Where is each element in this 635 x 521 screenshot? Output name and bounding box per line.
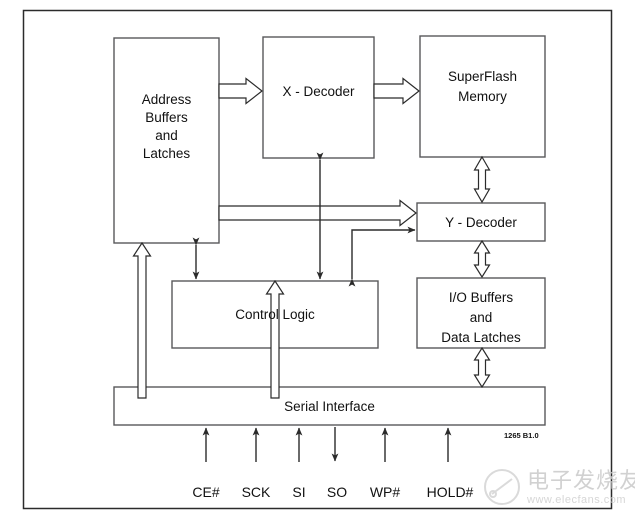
watermark: 电子发烧友 www.elecfans.com xyxy=(484,469,635,506)
diagram-canvas: Address Buffers and Latches X - Decoder … xyxy=(22,9,635,510)
label-address-buffers-line3: and xyxy=(155,128,178,143)
bus-x-decoder-to-memory xyxy=(373,77,420,105)
label-control-logic: Control Logic xyxy=(235,307,315,322)
label-x-decoder: X - Decoder xyxy=(282,84,355,99)
pin-label-so: SO xyxy=(327,484,347,500)
bus-address-to-y-decoder xyxy=(218,199,417,227)
pin-label-hold: HOLD# xyxy=(427,484,474,500)
bus-io-buffers-to-serial-interface xyxy=(473,346,491,389)
bus-memory-to-y-decoder xyxy=(473,155,491,204)
pin-label-sck: SCK xyxy=(242,484,271,500)
label-io-buffers-line3: Data Latches xyxy=(441,330,521,345)
bus-y-decoder-to-io-buffers xyxy=(473,239,491,279)
label-io-buffers-line2: and xyxy=(470,310,493,325)
label-serial-interface: Serial Interface xyxy=(284,399,375,414)
label-superflash-line2: Memory xyxy=(458,89,507,104)
bus-serial-interface-to-address-buffers xyxy=(132,241,152,399)
label-address-buffers-line4: Latches xyxy=(143,146,191,161)
label-y-decoder: Y - Decoder xyxy=(445,215,517,230)
label-address-buffers-line2: Buffers xyxy=(145,110,188,125)
pin-label-wp: WP# xyxy=(370,484,401,500)
figure-caption: 1265 B1.0 xyxy=(504,431,539,440)
pin-label-ce: CE# xyxy=(192,484,219,500)
watermark-text-url: www.elecfans.com xyxy=(526,494,626,506)
signal-control-logic-y-decoder xyxy=(348,226,416,287)
pin-label-si: SI xyxy=(292,484,305,500)
block-diagram: Address Buffers and Latches X - Decoder … xyxy=(0,0,635,521)
label-io-buffers-line1: I/O Buffers xyxy=(449,290,514,305)
label-address-buffers-line1: Address xyxy=(142,92,192,107)
bus-address-to-x-decoder xyxy=(218,77,263,105)
watermark-text-cn: 电子发烧友 xyxy=(527,469,635,494)
label-superflash-line1: SuperFlash xyxy=(448,69,517,84)
